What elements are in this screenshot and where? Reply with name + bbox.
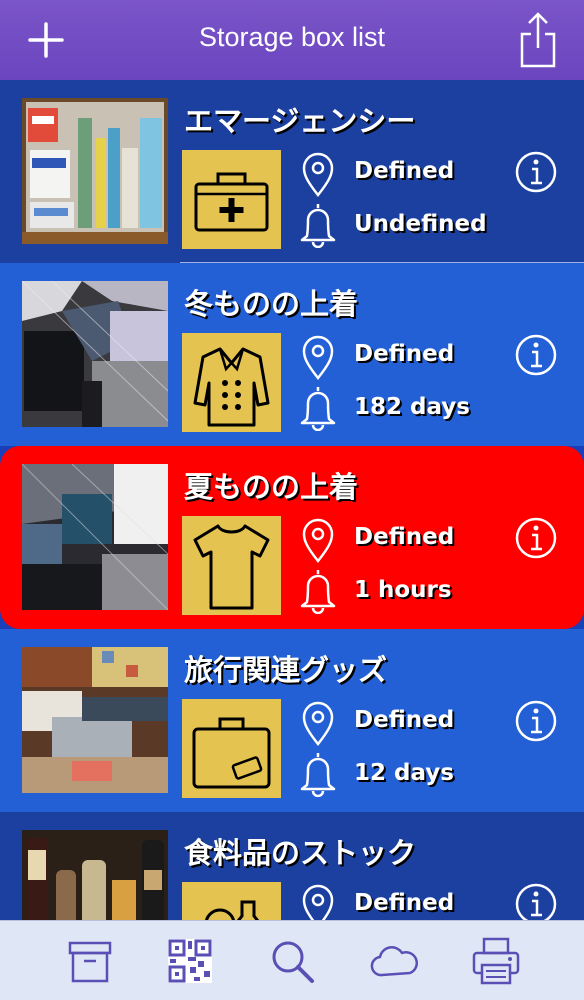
location-pin-icon <box>302 335 334 381</box>
reminder-status: Undefined <box>354 211 487 237</box>
search-icon[interactable] <box>266 935 318 987</box>
location-status: Defined <box>354 524 455 550</box>
location-status: Defined <box>354 890 455 916</box>
reminder-status: 12 days <box>354 760 454 786</box>
box-name: 旅行関連グッズ <box>184 653 388 687</box>
reminder-status: 1 hours <box>354 577 452 603</box>
list-item-alert[interactable]: 夏ものの上着 Defined 1 hours <box>0 446 584 629</box>
box-photo <box>22 830 168 920</box>
category-tile <box>182 333 281 432</box>
box-photo <box>22 464 168 610</box>
list-item[interactable]: 食料品のストック Defined <box>0 812 584 920</box>
list-item[interactable]: 冬ものの上着 Defined 182 days <box>0 263 584 446</box>
t-shirt-icon <box>193 524 270 610</box>
location-pin-icon <box>302 701 334 747</box>
box-icon[interactable] <box>64 935 116 987</box>
bell-icon <box>300 387 336 431</box>
coat-icon <box>193 347 270 427</box>
printer-icon[interactable] <box>470 935 522 987</box>
bell-icon <box>300 753 336 797</box>
info-icon[interactable] <box>514 882 558 920</box>
tab-bar <box>0 920 584 1000</box>
box-photo <box>22 98 168 244</box>
box-name: 食料品のストック <box>184 836 417 870</box>
category-tile <box>182 150 281 249</box>
box-photo <box>22 647 168 793</box>
bell-icon <box>300 204 336 248</box>
qr-code-icon[interactable] <box>164 935 216 987</box>
box-name: 夏ものの上着 <box>184 470 359 504</box>
box-name: エマージェンシー <box>184 104 416 138</box>
location-status: Defined <box>354 707 455 733</box>
category-tile <box>182 882 281 920</box>
box-name: 冬ものの上着 <box>184 287 359 321</box>
info-icon[interactable] <box>514 333 558 377</box>
first-aid-kit-icon <box>194 172 269 232</box>
page-title: Storage box list <box>198 22 386 52</box>
info-icon[interactable] <box>514 150 558 194</box>
suitcase-icon <box>192 717 271 789</box>
share-icon[interactable] <box>518 12 558 68</box>
storage-box-list: エマージェンシー Defined Undefined 冬ものの上着 Define… <box>0 80 584 920</box>
info-icon[interactable] <box>514 516 558 560</box>
list-item[interactable]: 旅行関連グッズ Defined 12 days <box>0 629 584 812</box>
location-pin-icon <box>302 152 334 198</box>
food-bottle-icon <box>205 900 260 920</box>
bell-icon <box>300 570 336 614</box>
location-status: Defined <box>354 341 455 367</box>
info-icon[interactable] <box>514 699 558 743</box>
cloud-icon[interactable] <box>368 935 420 987</box>
category-tile <box>182 516 281 615</box>
navigation-bar: Storage box list <box>0 0 584 80</box>
location-pin-icon <box>302 518 334 564</box>
category-tile <box>182 699 281 798</box>
list-item[interactable]: エマージェンシー Defined Undefined <box>0 80 584 263</box>
box-photo <box>22 281 168 427</box>
location-pin-icon <box>302 884 334 920</box>
reminder-status: 182 days <box>354 394 470 420</box>
location-status: Defined <box>354 158 455 184</box>
